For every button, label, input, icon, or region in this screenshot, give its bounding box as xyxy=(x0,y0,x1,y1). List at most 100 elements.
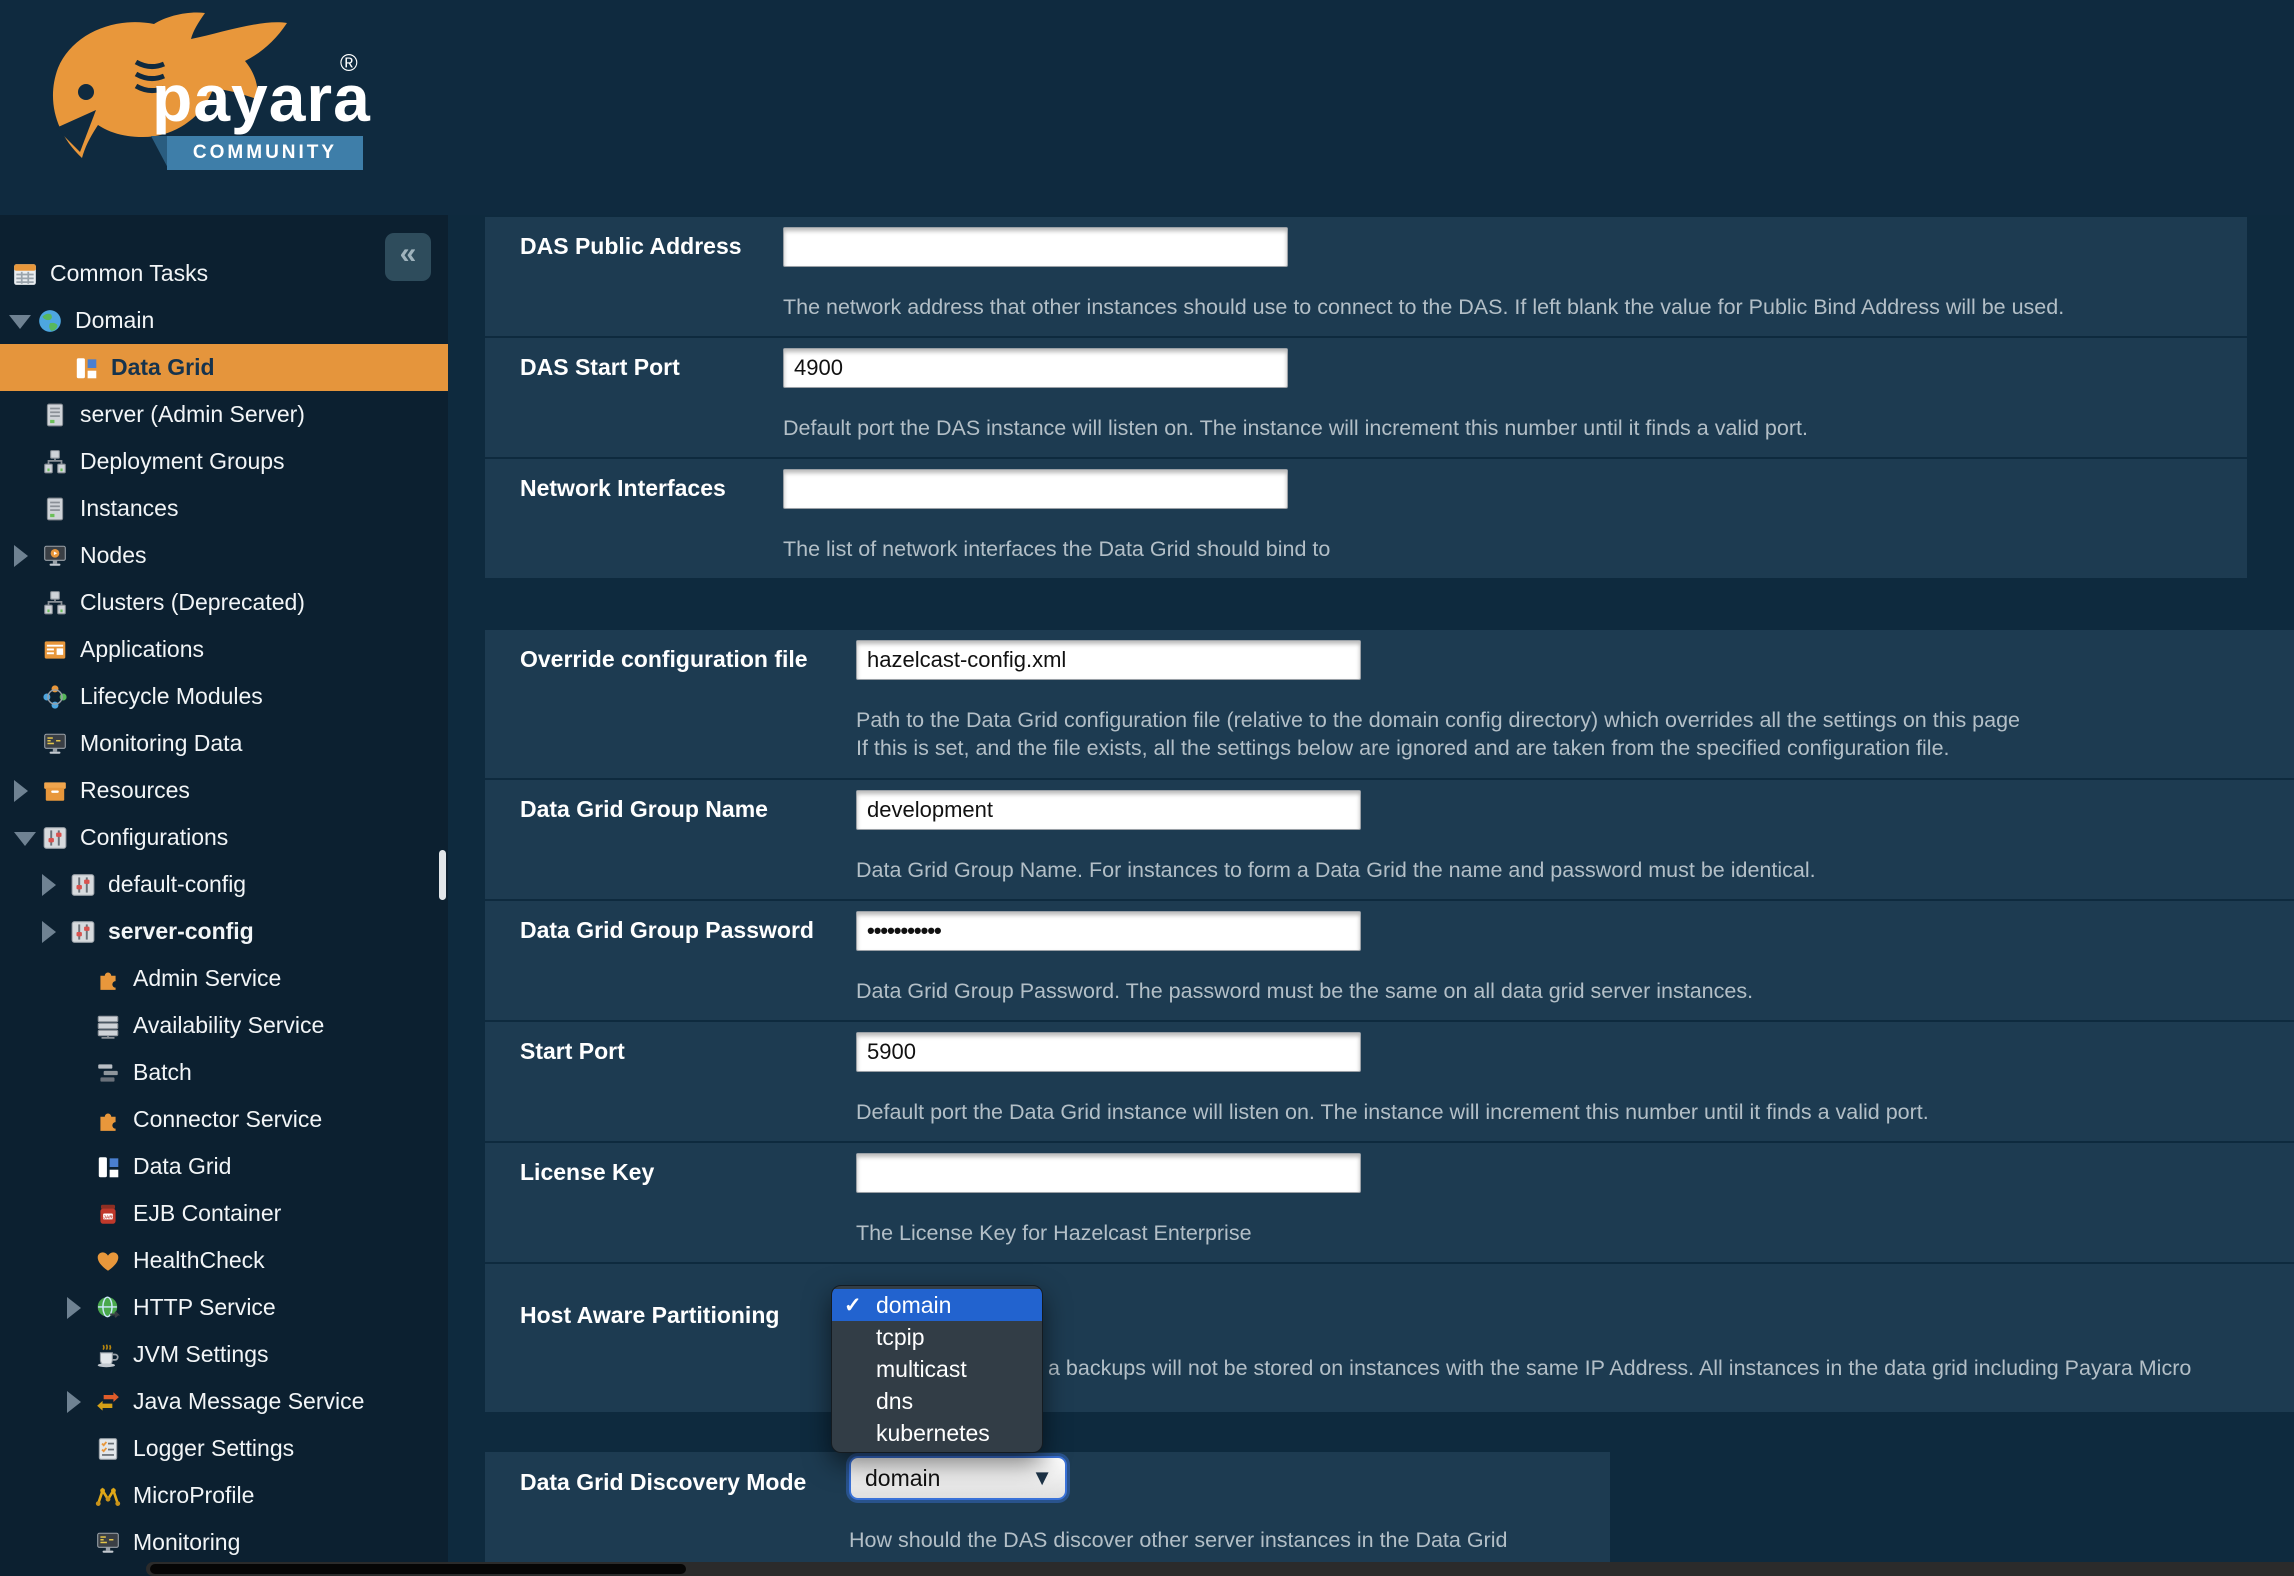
dropdown-option-domain[interactable]: ✓ domain xyxy=(832,1289,1042,1321)
payara-admin-console: payara ® COMMUNITY Common Tasks Domain Dat… xyxy=(0,0,2294,1576)
das-public-address-help-text: The network address that other instances… xyxy=(783,295,2065,319)
lifecycle-icon xyxy=(42,684,68,710)
sidebar-item-microprofile[interactable]: MicroProfile xyxy=(0,1472,448,1519)
sidebar-item-logger-settings[interactable]: Logger Settings xyxy=(0,1425,448,1472)
sidebar-item-label: Connector Service xyxy=(133,1106,323,1132)
globe-icon xyxy=(37,308,63,334)
sidebar-item-admin-service[interactable]: Admin Service xyxy=(0,955,448,1002)
sidebar-item-label: Java Message Service xyxy=(133,1388,365,1414)
jar-icon: JAR xyxy=(95,1201,121,1227)
tree-expander-closed-icon[interactable] xyxy=(42,920,56,943)
sidebar-item-java-message-service[interactable]: Java Message Service xyxy=(0,1378,448,1425)
host-aware-partitioning-help-text: a backups will not be stored on instance… xyxy=(1048,1356,2192,1380)
sidebar-item-server-admin-server[interactable]: server (Admin Server) xyxy=(0,391,448,438)
das-start-port-label: DAS Start Port xyxy=(520,354,680,380)
sliders-icon xyxy=(70,919,96,945)
data-grid-group-password-input[interactable] xyxy=(856,911,1361,951)
data-grid-discovery-mode-select[interactable]: domain ▼ xyxy=(849,1456,1067,1500)
form-row-data-grid-discovery-mode: Data Grid Discovery Mode domain ▼ How shoul… xyxy=(485,1452,1610,1576)
dropdown-option-label: multicast xyxy=(876,1355,967,1382)
sidebar-item-label: EJB Container xyxy=(133,1200,282,1226)
sidebar-scrollbar-thumb[interactable] xyxy=(439,850,446,900)
horizontal-scrollbar-track[interactable] xyxy=(146,1562,2294,1576)
sidebar-item-batch[interactable]: Batch xyxy=(0,1049,448,1096)
box-icon xyxy=(42,778,68,804)
form-row-das-start-port: DAS Start Port Default port the DAS insta… xyxy=(485,338,2247,457)
sidebar-item-ejb-container[interactable]: JAR EJB Container xyxy=(0,1190,448,1237)
license-key-label: License Key xyxy=(520,1159,655,1185)
license-key-help-text: The License Key for Hazelcast Enterprise xyxy=(856,1221,1252,1245)
form-row-start-port: Start Port Default port the Data Grid ins… xyxy=(485,1022,2294,1141)
dropdown-option-tcpip[interactable]: tcpip xyxy=(832,1321,1042,1353)
tree-expander-closed-icon[interactable] xyxy=(14,779,28,802)
tree-expander-open-icon[interactable] xyxy=(9,314,31,329)
data-grid-config-form: DAS Public Address The network address th… xyxy=(448,215,2294,1576)
sidebar-item-deployment-groups[interactable]: Deployment Groups xyxy=(0,438,448,485)
sidebar-item-label: Data Grid xyxy=(133,1153,232,1179)
tree-expander-closed-icon[interactable] xyxy=(14,544,28,567)
horizontal-scrollbar-thumb[interactable] xyxy=(150,1564,686,1574)
tree-expander-open-icon[interactable] xyxy=(14,831,36,846)
dropdown-option-label: kubernetes xyxy=(876,1419,990,1446)
sidebar-item-domain[interactable]: Domain xyxy=(0,297,448,344)
cluster-icon xyxy=(42,449,68,475)
data-grid-group-name-help-text: Data Grid Group Name. For instances to f… xyxy=(856,858,1816,882)
sidebar-item-monitoring-data[interactable]: Monitoring Data xyxy=(0,720,448,767)
sidebar-item-label: server-config xyxy=(108,918,254,944)
das-public-address-label: DAS Public Address xyxy=(520,233,742,259)
heart-icon xyxy=(95,1248,121,1274)
brand-name: payara xyxy=(152,61,371,135)
community-banner: COMMUNITY xyxy=(167,136,363,170)
micro-icon xyxy=(95,1483,121,1509)
dropdown-option-dns[interactable]: dns xyxy=(832,1385,1042,1417)
sidebar-item-label: Resources xyxy=(80,777,190,803)
dropdown-option-kubernetes[interactable]: kubernetes xyxy=(832,1417,1042,1449)
sidebar-item-label: server (Admin Server) xyxy=(80,401,305,427)
tree-expander-closed-icon[interactable] xyxy=(67,1390,81,1413)
tree-expander-closed-icon[interactable] xyxy=(42,873,56,896)
batch-icon xyxy=(95,1060,121,1086)
sidebar-item-data-grid[interactable]: Data Grid xyxy=(0,1143,448,1190)
start-port-input[interactable] xyxy=(856,1032,1361,1072)
sidebar-item-jvm-settings[interactable]: JVM Settings xyxy=(0,1331,448,1378)
sidebar-item-connector-service[interactable]: Connector Service xyxy=(0,1096,448,1143)
dropdown-option-multicast[interactable]: multicast xyxy=(832,1353,1042,1385)
sidebar-item-resources[interactable]: Resources xyxy=(0,767,448,814)
sidebar-item-label: Deployment Groups xyxy=(80,448,285,474)
sidebar-item-label: HTTP Service xyxy=(133,1294,276,1320)
sidebar-item-default-config[interactable]: default-config xyxy=(0,861,448,908)
sidebar-item-nodes[interactable]: Nodes xyxy=(0,532,448,579)
sidebar-item-monitoring[interactable]: Monitoring xyxy=(0,1519,448,1566)
server-icon xyxy=(42,496,68,522)
sidebar-item-healthcheck[interactable]: HealthCheck xyxy=(0,1237,448,1284)
sidebar-item-common-tasks[interactable]: Common Tasks xyxy=(0,250,448,297)
sidebar-item-data-grid[interactable]: Data Grid xyxy=(0,344,448,391)
sidebar-collapse-button[interactable]: « xyxy=(385,233,431,281)
monitor-icon xyxy=(42,731,68,757)
tree-expander-closed-icon[interactable] xyxy=(67,1296,81,1319)
form-row-das-public-address: DAS Public Address The network address th… xyxy=(485,217,2247,336)
sidebar-item-server-config[interactable]: server-config xyxy=(0,908,448,955)
select-value: domain xyxy=(865,1464,941,1491)
dropdown-option-label: tcpip xyxy=(876,1323,925,1350)
sidebar-item-http-service[interactable]: HTTP Service xyxy=(0,1284,448,1331)
network-interfaces-input[interactable] xyxy=(783,469,1288,509)
sidebar-item-label: Monitoring xyxy=(133,1529,241,1555)
sidebar-item-applications[interactable]: Applications xyxy=(0,626,448,673)
sidebar-item-label: Data Grid xyxy=(111,354,215,380)
das-public-address-input[interactable] xyxy=(783,227,1288,267)
override-configuration-file-input[interactable] xyxy=(856,640,1361,680)
sidebar-item-instances[interactable]: Instances xyxy=(0,485,448,532)
data-grid-group-name-input[interactable] xyxy=(856,790,1361,830)
sliders-icon xyxy=(70,872,96,898)
sidebar-item-availability-service[interactable]: Availability Service xyxy=(0,1002,448,1049)
sidebar-item-clusters-deprecated[interactable]: Clusters (Deprecated) xyxy=(0,579,448,626)
sidebar-item-configurations[interactable]: Configurations xyxy=(0,814,448,861)
form-row-network-interfaces: Network Interfaces The list of network in… xyxy=(485,459,2247,578)
registered-mark: ® xyxy=(340,50,358,77)
sidebar-item-lifecycle-modules[interactable]: Lifecycle Modules xyxy=(0,673,448,720)
license-key-input[interactable] xyxy=(856,1153,1361,1193)
sidebar-item-label: Clusters (Deprecated) xyxy=(80,589,305,615)
das-start-port-input[interactable] xyxy=(783,348,1288,388)
server-icon xyxy=(42,402,68,428)
